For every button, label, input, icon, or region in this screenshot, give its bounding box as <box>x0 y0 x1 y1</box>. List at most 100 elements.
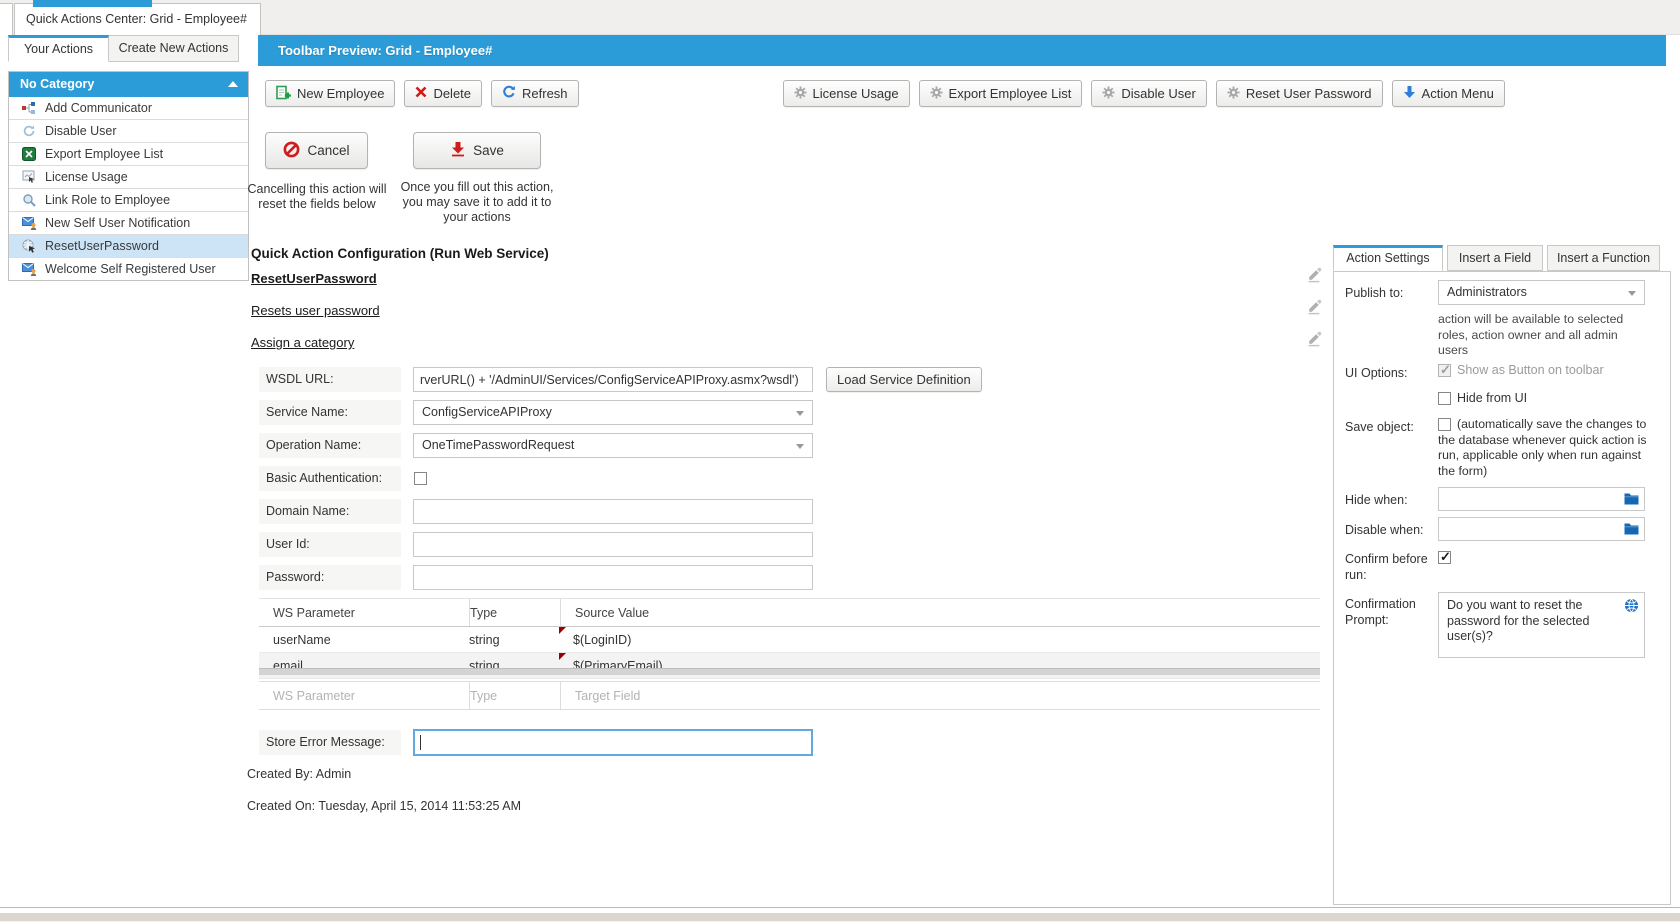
column-header: Target Field <box>561 682 1320 709</box>
refresh-button[interactable]: Refresh <box>491 80 579 107</box>
collapse-arrow-icon[interactable] <box>228 81 238 87</box>
disable-user-button[interactable]: Disable User <box>1091 80 1206 107</box>
export-employee-list-button[interactable]: Export Employee List <box>919 80 1083 107</box>
button-label: Delete <box>433 86 471 101</box>
user-id-input[interactable] <box>413 532 813 557</box>
folder-icon[interactable] <box>1624 522 1639 538</box>
tab-insert-a-function[interactable]: Insert a Function <box>1547 245 1660 271</box>
list-item-export-employee-list[interactable]: Export Employee List <box>9 143 248 166</box>
save-object-label: Save object: <box>1345 419 1414 435</box>
edit-name-pencil-icon[interactable] <box>1306 267 1322 283</box>
mail-user-icon <box>21 263 37 276</box>
list-item-welcome-self-registered-user[interactable]: Welcome Self Registered User <box>9 258 248 280</box>
action-name-link[interactable]: ResetUserPassword <box>251 271 377 286</box>
ws-target-table-header: WS Parameter Type Target Field <box>259 681 1320 710</box>
list-item-resetuserpassword[interactable]: ResetUserPassword <box>9 235 248 258</box>
delete-button[interactable]: Delete <box>404 80 482 107</box>
list-item-label: Link Role to Employee <box>45 193 170 207</box>
operation-name-label: Operation Name: <box>259 433 401 458</box>
reset-user-password-button[interactable]: Reset User Password <box>1216 80 1383 107</box>
ws-target-table: WS Parameter Type Target Field <box>259 681 1320 710</box>
created-on-text: Created On: Tuesday, April 15, 2014 11:5… <box>247 799 521 813</box>
column-header: Source Value <box>561 599 1320 626</box>
list-item-add-communicator[interactable]: Add Communicator <box>9 97 248 120</box>
save-object-checkbox[interactable] <box>1438 418 1451 431</box>
list-item-label: Add Communicator <box>45 101 152 115</box>
basic-authentication-checkbox[interactable] <box>414 472 427 485</box>
password-label: Password: <box>259 565 401 590</box>
list-item-disable-user[interactable]: Disable User <box>9 120 248 143</box>
ui-options-label: UI Options: <box>1345 365 1408 381</box>
load-service-definition-button[interactable]: Load Service Definition <box>826 367 982 392</box>
hide-from-ui-checkbox[interactable] <box>1438 392 1451 405</box>
table-row[interactable]: email string $(PrimaryEmail) <box>259 653 1320 679</box>
domain-name-input[interactable] <box>413 499 813 524</box>
list-item-label: New Self User Notification <box>45 216 190 230</box>
globe-cursor-icon <box>21 239 37 253</box>
window-tab-accent <box>33 0 152 7</box>
edited-flag-icon <box>559 627 566 634</box>
action-menu-button[interactable]: Action Menu <box>1392 80 1505 107</box>
source-value-cell[interactable]: $(LoginID) <box>559 627 1320 652</box>
new-employee-button[interactable]: New Employee <box>265 80 395 107</box>
store-error-message-input[interactable] <box>413 729 813 756</box>
confirm-before-run-label: Confirm before run: <box>1345 551 1435 583</box>
save-object-option: (automatically save the changes to the d… <box>1438 417 1650 479</box>
button-label: Cancel <box>307 143 349 158</box>
list-item-license-usage[interactable]: License Usage <box>9 166 248 189</box>
cancel-icon <box>283 141 300 161</box>
table-horizontal-scrollbar[interactable] <box>259 668 1320 675</box>
password-input[interactable] <box>413 565 813 590</box>
folder-icon[interactable] <box>1624 492 1639 508</box>
tab-create-new-actions[interactable]: Create New Actions <box>108 35 239 62</box>
list-item-label: Export Employee List <box>45 147 163 161</box>
gear-icon <box>930 86 943 102</box>
hide-from-ui-option[interactable]: Hide from UI <box>1438 391 1527 406</box>
save-button[interactable]: Save <box>413 132 541 169</box>
mail-user-icon <box>21 217 37 230</box>
tab-your-actions[interactable]: Your Actions <box>8 35 109 62</box>
toolbar-preview: New Employee Delete Refresh License Usag… <box>258 80 1666 107</box>
category-label: No Category <box>20 77 94 91</box>
confirmation-prompt-label: Confirmation Prompt: <box>1345 596 1435 628</box>
cancel-button[interactable]: Cancel <box>265 132 368 169</box>
confirm-before-run-checkbox[interactable] <box>1438 551 1451 564</box>
delete-x-icon <box>415 86 427 101</box>
category-header[interactable]: No Category <box>9 72 248 97</box>
show-as-button-checkbox <box>1438 364 1451 377</box>
disable-when-input[interactable] <box>1438 517 1645 541</box>
service-name-select[interactable]: ConfigServiceAPIProxy <box>413 400 813 425</box>
quick-actions-center-window: Quick Actions Center: Grid - Employee# Y… <box>0 0 1680 924</box>
globe-icon[interactable] <box>1624 598 1639 618</box>
list-item-link-role-to-employee[interactable]: Link Role to Employee <box>9 189 248 212</box>
list-item-label: Disable User <box>45 124 117 138</box>
toolbar-preview-header: Toolbar Preview: Grid - Employee# <box>258 35 1666 66</box>
list-item-new-self-user-notification[interactable]: New Self User Notification <box>9 212 248 235</box>
action-description-link[interactable]: Resets user password <box>251 303 380 318</box>
button-label: Reset User Password <box>1246 86 1372 101</box>
publish-to-select[interactable]: Administrators <box>1438 280 1645 305</box>
gear-icon <box>794 86 807 102</box>
confirmation-prompt-input[interactable]: Do you want to reset the password for th… <box>1438 592 1645 658</box>
background-tab-stub[interactable] <box>0 3 13 35</box>
save-object-text: (automatically save the changes to the d… <box>1438 417 1647 478</box>
wsdl-url-input[interactable] <box>413 367 813 392</box>
checkbox-label: Show as Button on toolbar <box>1457 363 1604 377</box>
selected-value: ConfigServiceAPIProxy <box>422 405 552 419</box>
new-document-icon <box>276 85 291 103</box>
hide-when-input[interactable] <box>1438 487 1645 511</box>
window-tab[interactable]: Quick Actions Center: Grid - Employee# <box>14 3 261 35</box>
report-cursor-icon <box>21 170 37 184</box>
license-usage-button[interactable]: License Usage <box>783 80 910 107</box>
operation-name-select[interactable]: OneTimePasswordRequest <box>413 433 813 458</box>
selected-value: Administrators <box>1447 285 1527 299</box>
tab-action-settings[interactable]: Action Settings <box>1333 245 1443 271</box>
edit-category-pencil-icon[interactable] <box>1306 331 1322 347</box>
column-header: WS Parameter <box>259 682 470 709</box>
table-row[interactable]: userName string $(LoginID) <box>259 627 1320 653</box>
domain-name-label: Domain Name: <box>259 499 401 524</box>
tab-insert-a-field[interactable]: Insert a Field <box>1447 245 1543 271</box>
edit-description-pencil-icon[interactable] <box>1306 299 1322 315</box>
assign-category-link[interactable]: Assign a category <box>251 335 354 350</box>
action-settings-panel: Publish to: Administrators action will b… <box>1333 271 1671 905</box>
